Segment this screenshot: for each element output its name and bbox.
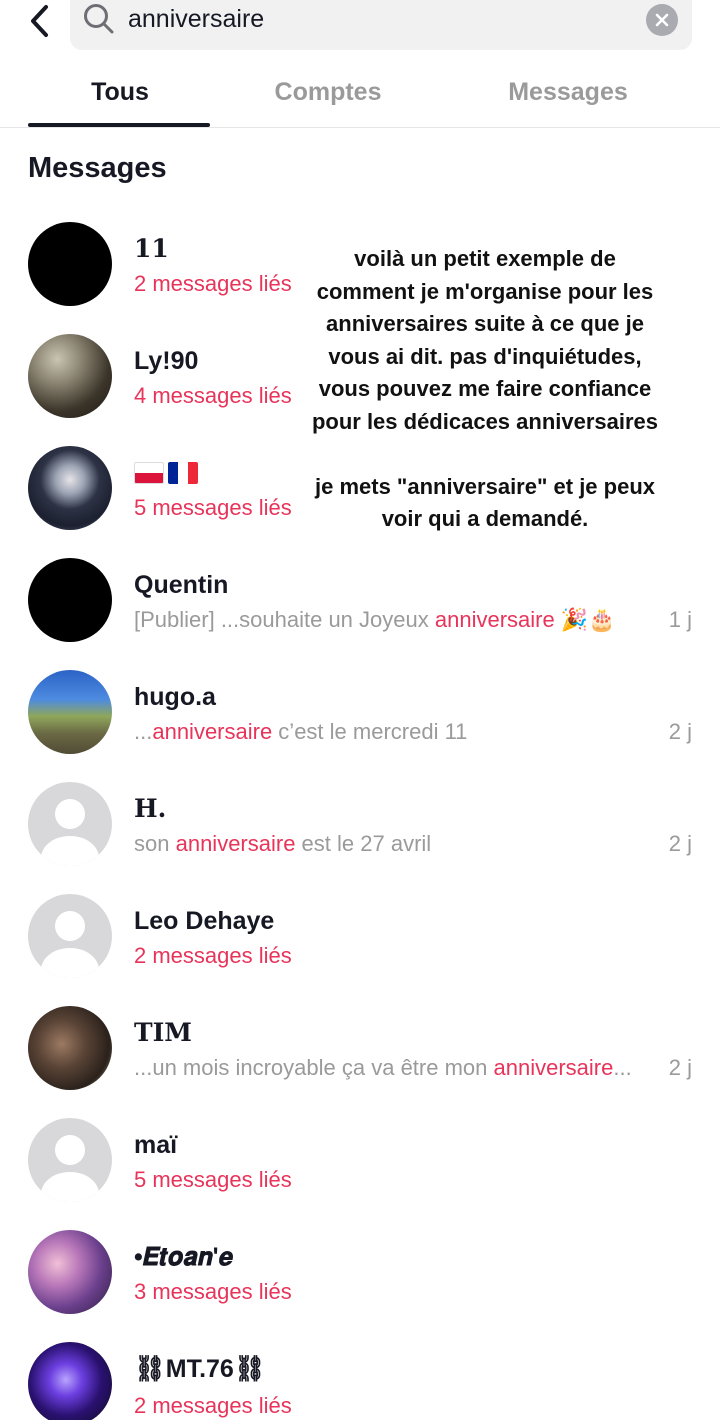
avatar xyxy=(28,1342,112,1420)
default-avatar-icon xyxy=(28,782,112,866)
search-highlight: anniversaire xyxy=(152,719,273,744)
caption-line: vous pouvez me faire confiance xyxy=(318,376,652,401)
snippet-text: ...un mois incroyable ça va être mon xyxy=(134,1055,494,1080)
related-messages-count: 2 messages liés xyxy=(134,1393,292,1418)
snippet-text: ... xyxy=(134,719,153,744)
poland-flag-icon xyxy=(134,462,164,484)
related-messages-count: 4 messages liés xyxy=(134,383,292,408)
default-avatar-icon xyxy=(28,894,112,978)
caption-line: voilà un petit exemple de xyxy=(354,246,616,271)
tab-all[interactable]: Tous xyxy=(30,76,210,108)
contact-name: H. xyxy=(134,794,167,823)
contact-name: ⛓MT.76⛓ xyxy=(134,1355,266,1383)
search-highlight: anniversaire xyxy=(175,831,296,856)
section-title: Messages xyxy=(28,152,167,184)
snippet-text: ... xyxy=(613,1055,632,1080)
caption-line: pour les dédicaces anniversaires xyxy=(311,408,659,434)
clear-search-button[interactable] xyxy=(646,4,678,36)
contact-name xyxy=(134,458,202,488)
message-snippet: son anniversaire est le 27 avril xyxy=(134,830,431,858)
search-icon xyxy=(84,4,114,34)
caption-line: anniversaires suite à ce que je xyxy=(326,311,644,336)
contact-name: Ly!90 xyxy=(134,347,199,375)
list-item[interactable]: maï 5 messages liés xyxy=(0,1118,720,1230)
contact-name: maï xyxy=(134,1131,178,1159)
chevron-left-icon xyxy=(31,5,48,37)
contact-name: Quentin xyxy=(134,571,229,599)
contact-name: 11 xyxy=(134,234,169,263)
avatar xyxy=(28,558,112,642)
contact-name: •𝑬𝒕𝒐𝒂𝒏'𝒆 xyxy=(134,1243,234,1271)
snippet-text: 🎉🎂 xyxy=(554,607,616,632)
related-messages-count: 3 messages liés xyxy=(134,1279,292,1304)
related-messages-count: 5 messages liés xyxy=(134,495,292,520)
contact-name: hugo.a xyxy=(134,683,216,711)
avatar xyxy=(28,446,112,530)
avatar xyxy=(28,334,112,418)
list-item[interactable]: ⛓MT.76⛓ 2 messages liés xyxy=(0,1342,720,1420)
contact-name: Leo Dehaye xyxy=(134,907,275,935)
related-messages-count: 2 messages liés xyxy=(134,271,292,296)
contact-name: TIM xyxy=(134,1018,192,1047)
france-flag-icon xyxy=(168,462,198,484)
avatar xyxy=(28,1006,112,1090)
list-item[interactable]: Leo Dehaye 2 messages liés xyxy=(0,894,720,1006)
snippet-text: c’est le mercredi 11 xyxy=(272,719,468,744)
related-messages-count: 5 messages liés xyxy=(134,1167,292,1192)
avatar xyxy=(28,222,112,306)
search-header: anniversaire xyxy=(0,0,720,60)
timestamp: 2 j xyxy=(668,831,692,856)
list-item[interactable]: •𝑬𝒕𝒐𝒂𝒏'𝒆 3 messages liés xyxy=(0,1230,720,1342)
search-input[interactable]: anniversaire xyxy=(128,4,264,34)
timestamp: 2 j xyxy=(668,1055,692,1080)
avatar xyxy=(28,670,112,754)
search-bar[interactable]: anniversaire xyxy=(70,0,692,50)
active-tab-indicator xyxy=(28,123,210,127)
timestamp: 1 j xyxy=(668,607,692,632)
timestamp: 2 j xyxy=(668,719,692,744)
search-highlight: anniversaire xyxy=(434,607,555,632)
tab-accounts[interactable]: Comptes xyxy=(238,76,418,108)
message-snippet: ...anniversaire c’est le mercredi 11 xyxy=(134,718,467,746)
list-item[interactable]: hugo.a ...anniversaire c’est le mercredi… xyxy=(0,670,720,782)
snippet-text: son xyxy=(134,831,176,856)
caption-line: vous ai dit. pas d'inquiétudes, xyxy=(328,343,642,369)
list-item[interactable]: H. son anniversaire est le 27 avril 2 j xyxy=(0,782,720,894)
snippet-text: est le 27 avril xyxy=(295,831,432,856)
related-messages-count: 2 messages liés xyxy=(134,943,292,968)
overlay-caption: voilà un petit exemple de comment je m'o… xyxy=(300,243,670,536)
caption-line xyxy=(300,438,670,471)
close-icon xyxy=(655,13,669,27)
tab-bar: Tous Comptes Messages xyxy=(0,70,720,128)
caption-line: comment je m'organise pour les xyxy=(316,278,654,304)
message-snippet: ...un mois incroyable ça va être mon ann… xyxy=(134,1054,632,1082)
message-snippet: [Publier] ...souhaite un Joyeux annivers… xyxy=(134,606,616,634)
tab-messages[interactable]: Messages xyxy=(478,76,658,108)
default-avatar-icon xyxy=(28,1118,112,1202)
search-highlight: anniversaire xyxy=(493,1055,614,1080)
list-item[interactable]: Quentin [Publier] ...souhaite un Joyeux … xyxy=(0,558,720,670)
caption-line: je mets "anniversaire" et je peux xyxy=(314,473,656,499)
snippet-text: [Publier] ...souhaite un Joyeux xyxy=(134,607,435,632)
back-button[interactable] xyxy=(22,0,56,42)
list-item[interactable]: TIM ...un mois incroyable ça va être mon… xyxy=(0,1006,720,1118)
avatar xyxy=(28,1230,112,1314)
caption-line: voir qui a demandé. xyxy=(381,506,589,531)
